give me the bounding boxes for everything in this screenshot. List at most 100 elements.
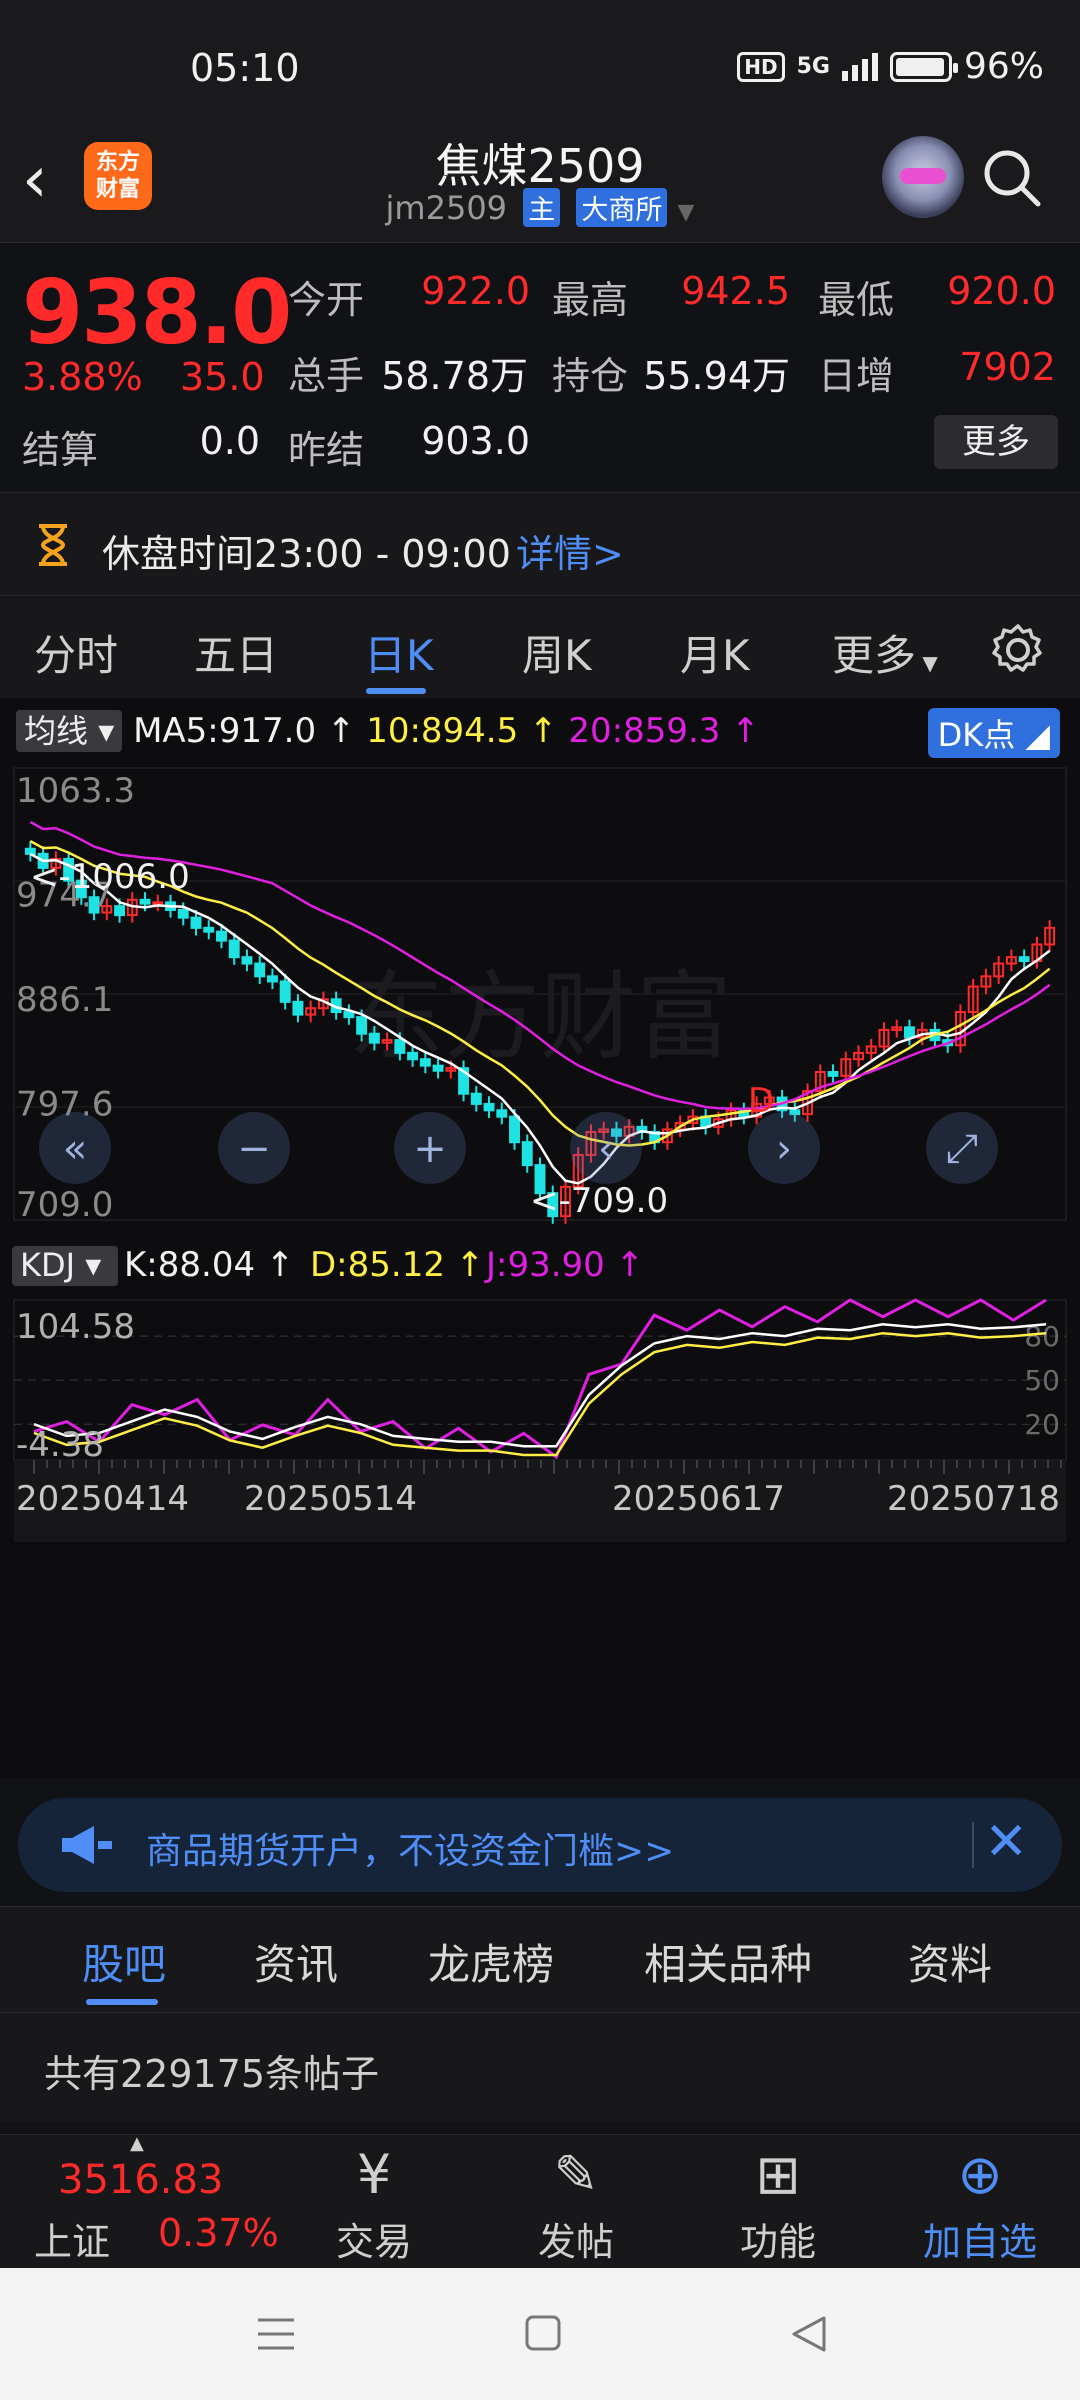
contract-code: jm2509: [385, 189, 508, 227]
ma-indicator-pill[interactable]: 均线 ▾: [16, 710, 123, 752]
home-icon[interactable]: [524, 2314, 562, 2352]
open-label: 今开: [288, 278, 365, 322]
daily-inc-label: 日增: [818, 354, 895, 398]
candle-body: [432, 1064, 444, 1072]
kline-svg[interactable]: 东方财富1063.3974.7886.1797.6709.0<-1006.0<-…: [0, 760, 1080, 1778]
tab-related[interactable]: 相关品种: [644, 1931, 812, 1992]
banner-text: 商品期货开户，不设资金门槛>>: [146, 1831, 675, 1872]
candle-body: [24, 847, 36, 855]
candle-body: [114, 905, 126, 917]
tab-five-day[interactable]: 五日: [194, 622, 278, 683]
index-value: 3516.83: [58, 2157, 224, 2203]
candle-body: [904, 1026, 915, 1039]
candle-body: [827, 1071, 839, 1077]
kdj-axis-bottom: -4.38: [16, 1425, 104, 1465]
candle-body: [394, 1039, 406, 1054]
tab-timeshare[interactable]: 分时: [34, 622, 118, 683]
candle-body: [203, 926, 215, 933]
low-label: 最低: [818, 278, 895, 322]
recess-bar[interactable]: 休盘时间23:00 - 09:00 详情>: [0, 492, 1080, 596]
menu-icon[interactable]: [256, 2316, 296, 2352]
candle-body: [407, 1051, 419, 1061]
nav-post[interactable]: ✎ 发帖: [506, 2135, 646, 2269]
tab-weekly-k[interactable]: 周K: [522, 622, 592, 683]
index-ticker[interactable]: ▲ 3516.83 上证 0.37%: [0, 2133, 280, 2269]
gear-icon[interactable]: [990, 622, 1046, 678]
kdj-d-value: D:85.12 ↑: [310, 1245, 484, 1285]
candle-body: [241, 956, 253, 965]
hd-icon: HD: [737, 51, 785, 82]
battery-percent: 96%: [963, 46, 1044, 87]
account-open-banner[interactable]: 商品期货开户，不设资金门槛>> ✕: [18, 1798, 1062, 1892]
price-axis-label: 1063.3: [16, 771, 135, 811]
tab-more[interactable]: 更多 ▼: [832, 622, 938, 683]
nav-post-label: 发帖: [537, 2220, 614, 2264]
dk-point-button[interactable]: DK点 ◢: [927, 708, 1060, 758]
settle-label: 结算: [22, 428, 99, 472]
search-icon[interactable]: [980, 146, 1042, 208]
candle-body: [266, 975, 278, 983]
rewind-icon-glyph: «: [63, 1126, 87, 1172]
main-contract-tag: 主: [523, 188, 561, 227]
candle-body: [228, 939, 240, 959]
kline-chart-area[interactable]: 均线 ▾ MA5:917.0 ↑ 10:894.5 ↑ 20:859.3 ↑ D…: [0, 698, 1080, 1778]
ma-pill-label: 均线: [24, 712, 89, 750]
tab-forum[interactable]: 股吧: [82, 1931, 166, 1992]
ma-legend: 均线 ▾ MA5:917.0 ↑ 10:894.5 ↑ 20:859.3 ↑: [16, 706, 760, 752]
candle-body: [1018, 956, 1030, 963]
close-icon[interactable]: ✕: [984, 1812, 1028, 1872]
posts-count: 共有229175条帖子: [44, 2052, 380, 2096]
kdj-j-value: J:93.90 ↑: [484, 1245, 644, 1285]
candle-body: [190, 916, 202, 929]
zoom-in-icon-glyph: +: [413, 1126, 447, 1172]
more-button[interactable]: 更多: [934, 415, 1058, 469]
tab-monthly-k[interactable]: 月K: [680, 622, 750, 683]
back-button[interactable]: ‹: [22, 148, 48, 212]
date-label: 20250617: [612, 1479, 785, 1519]
prev-settle-label: 昨结: [288, 428, 365, 472]
app-header: 焦煤2509 jm2509 主 大商所 ▼ ‹ 东方 财富: [0, 130, 1080, 242]
candle-body: [139, 898, 151, 905]
banner-divider: [972, 1822, 974, 1868]
min-price-note: <-709.0: [530, 1181, 668, 1221]
volume-label: 总手: [288, 354, 365, 398]
zoom-out-icon-glyph: −: [237, 1126, 271, 1172]
nav-trade[interactable]: ¥ 交易: [304, 2135, 444, 2269]
exchange-tag: 大商所: [576, 188, 668, 227]
active-subtab-indicator: [86, 1999, 158, 2005]
watermark-logo: 东方财富: [348, 961, 732, 1073]
index-pct: 0.37%: [158, 2211, 279, 2255]
bottom-nav: ▲ 3516.83 上证 0.37% ¥ 交易 ✎ 发帖 ⊞ 功能 ⊕ 加自选: [0, 2133, 1080, 2269]
daily-inc-value: 7902: [959, 345, 1056, 389]
recess-details-link[interactable]: 详情>: [516, 523, 624, 578]
chevron-down-icon: ▼: [677, 200, 695, 225]
chevron-down-icon: ▼: [916, 651, 938, 675]
nav-add-watchlist[interactable]: ⊕ 加自选: [910, 2135, 1050, 2269]
change-percent: 3.88%: [22, 355, 143, 399]
nav-trade-label: 交易: [335, 2220, 412, 2264]
back-nav-icon[interactable]: [790, 2314, 828, 2354]
candle-body: [509, 1115, 520, 1144]
status-icons: HD 5G 96%: [737, 46, 1044, 87]
next-icon-glyph: ›: [776, 1126, 792, 1172]
kdj-j-line: [33, 1298, 1047, 1460]
candle-body: [254, 962, 266, 978]
date-label: 20250718: [887, 1479, 1060, 1519]
robot-assistant-icon[interactable]: [882, 136, 964, 218]
date-label: 20250414: [16, 1479, 189, 1519]
tab-news[interactable]: 资讯: [254, 1931, 338, 1992]
app-logo[interactable]: 东方 财富: [84, 142, 152, 210]
date-label: 20250514: [244, 1479, 417, 1519]
tab-profile[interactable]: 资料: [908, 1931, 992, 1992]
tab-daily-k[interactable]: 日K: [364, 622, 434, 683]
posts-count-row: 共有229175条帖子: [0, 2012, 1080, 2122]
recess-text: 休盘时间23:00 - 09:00: [102, 532, 511, 576]
tab-dragon-tiger[interactable]: 龙虎榜: [428, 1931, 554, 1992]
plus-circle-icon: ⊕: [957, 2143, 1003, 2206]
nav-function[interactable]: ⊞ 功能: [708, 2135, 848, 2269]
logo-line1: 东方: [95, 150, 140, 175]
candle-body: [216, 930, 227, 942]
kdj-k-line: [33, 1323, 1047, 1448]
high-label: 最高: [552, 278, 629, 322]
ma10-value: 10:894.5: [366, 711, 519, 751]
